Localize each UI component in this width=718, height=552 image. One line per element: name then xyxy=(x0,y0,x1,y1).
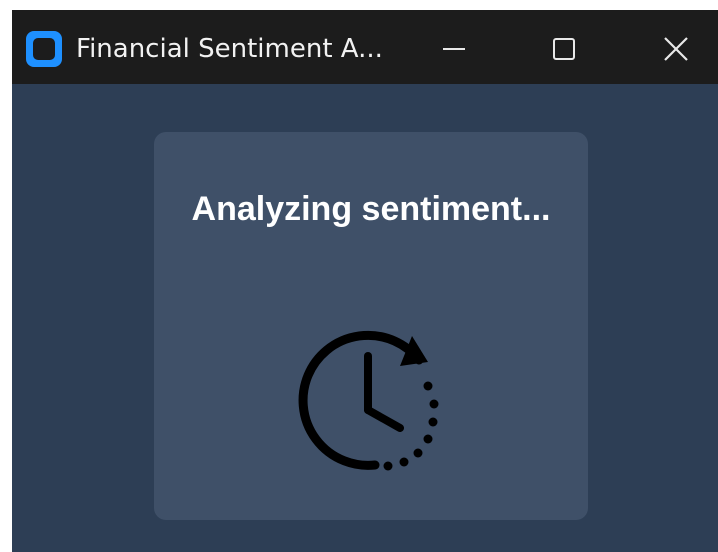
clock-refresh-icon xyxy=(282,308,462,488)
loading-card: Analyzing sentiment... xyxy=(154,132,588,520)
minimize-button[interactable] xyxy=(431,26,477,72)
close-button[interactable] xyxy=(653,26,699,72)
maximize-button[interactable] xyxy=(541,26,587,72)
window-title: Financial Sentiment A... xyxy=(76,34,383,64)
minimize-icon xyxy=(443,48,465,50)
title-bar[interactable]: Financial Sentiment A... xyxy=(12,10,718,84)
maximize-icon xyxy=(553,38,575,60)
close-icon xyxy=(664,37,688,61)
loading-message: Analyzing sentiment... xyxy=(191,190,551,228)
app-window: Financial Sentiment A... Analyzing senti… xyxy=(12,10,718,552)
app-icon xyxy=(25,30,63,68)
